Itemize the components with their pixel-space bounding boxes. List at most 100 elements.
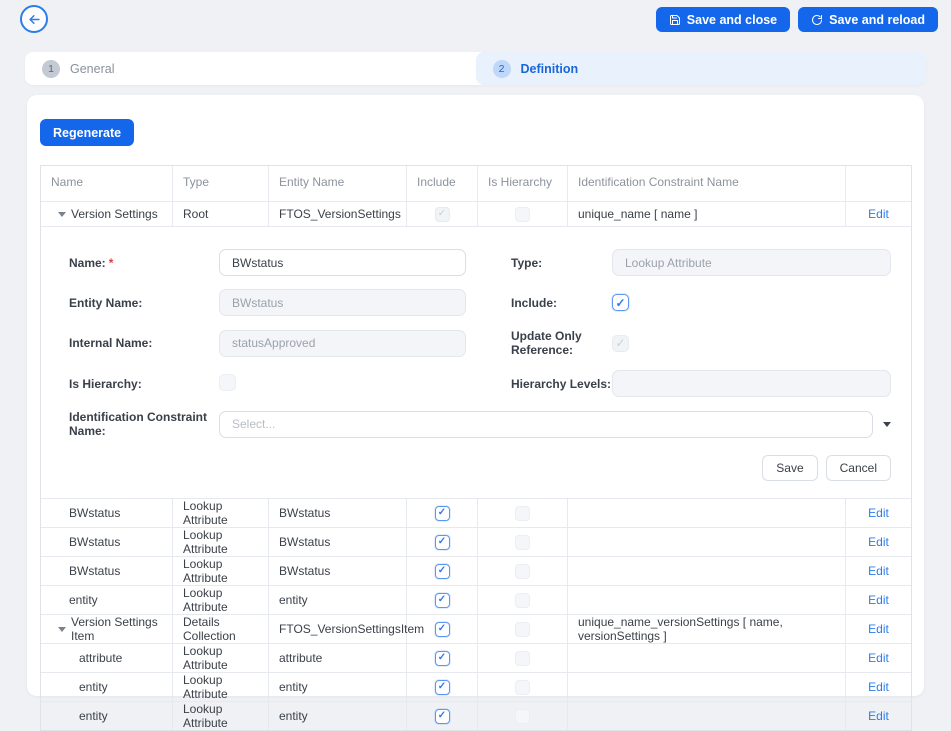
identification-constraint-name-select[interactable]: Select... [219, 411, 873, 438]
step-number-badge: 1 [42, 60, 60, 78]
row-constraint [568, 498, 846, 527]
save-and-close-button[interactable]: Save and close [656, 7, 790, 32]
step-general[interactable]: 1 General [25, 52, 476, 85]
required-asterisk: * [109, 256, 114, 270]
edit-link[interactable]: Edit [868, 535, 889, 549]
update-only-reference-field-label: Update Only Reference: [511, 329, 612, 357]
table-row: attribute Lookup Attribute attribute Edi… [41, 643, 911, 672]
edit-link[interactable]: Edit [868, 680, 889, 694]
row-type: Lookup Attribute [173, 701, 269, 730]
definition-table: Name Type Entity Name Include Is Hierarc… [40, 165, 912, 731]
include-checkbox[interactable] [612, 294, 629, 311]
is-hierarchy-checkbox [515, 506, 530, 521]
caret-down-icon[interactable] [58, 627, 66, 632]
row-name: BWstatus [41, 556, 173, 585]
row-entity-name: BWstatus [269, 498, 407, 527]
row-entity-name: entity [269, 672, 407, 701]
row-entity-name: entity [269, 585, 407, 614]
chevron-down-icon[interactable] [883, 422, 891, 427]
table-row: entity Lookup Attribute entity Edit [41, 585, 911, 614]
step-label: General [70, 62, 114, 76]
include-checkbox[interactable] [435, 709, 450, 724]
back-button[interactable] [20, 5, 48, 33]
save-and-reload-button[interactable]: Save and reload [798, 7, 938, 32]
type-field [612, 249, 891, 276]
edit-link[interactable]: Edit [868, 622, 889, 636]
row-type: Root [173, 201, 269, 226]
edit-link[interactable]: Edit [868, 651, 889, 665]
entity-name-field-label: Entity Name: [69, 296, 219, 310]
is-hierarchy-checkbox [515, 564, 530, 579]
is-hierarchy-checkbox [515, 680, 530, 695]
row-entity-name: FTOS_VersionSettingsItem [269, 614, 407, 643]
identification-constraint-name-field-label: Identification Constraint Name: [69, 410, 219, 438]
is-hierarchy-checkbox [515, 622, 530, 637]
cancel-button[interactable]: Cancel [826, 455, 891, 481]
save-and-close-label: Save and close [687, 13, 777, 27]
reload-icon [811, 14, 823, 26]
column-header-actions [846, 166, 911, 201]
include-checkbox [435, 207, 450, 222]
edit-link[interactable]: Edit [868, 506, 889, 520]
row-entity-name: attribute [269, 643, 407, 672]
row-entity-name: BWstatus [269, 556, 407, 585]
hierarchy-levels-field [612, 370, 891, 397]
is-hierarchy-checkbox [515, 709, 530, 724]
table-row: entity Lookup Attribute entity Edit [41, 672, 911, 701]
inline-edit-form: Name:* Type: Entity Name: Include: Inter… [41, 226, 911, 498]
row-entity-name: FTOS_VersionSettings [269, 201, 407, 226]
row-type: Lookup Attribute [173, 556, 269, 585]
row-entity-name: entity [269, 701, 407, 730]
entity-name-field [219, 289, 466, 316]
include-checkbox[interactable] [435, 622, 450, 637]
edit-link[interactable]: Edit [868, 564, 889, 578]
column-header-identification-constraint-name: Identification Constraint Name [568, 166, 846, 201]
table-row: Version Settings Root FTOS_VersionSettin… [41, 201, 911, 226]
save-button[interactable]: Save [762, 455, 817, 481]
row-constraint [568, 672, 846, 701]
step-definition[interactable]: 2 Definition [476, 52, 927, 85]
edit-link[interactable]: Edit [868, 709, 889, 723]
is-hierarchy-checkbox [515, 651, 530, 666]
update-only-reference-checkbox [612, 335, 629, 352]
row-name: entity [41, 701, 173, 730]
row-name: Version Settings Item [71, 615, 162, 643]
row-type: Lookup Attribute [173, 527, 269, 556]
row-type: Lookup Attribute [173, 585, 269, 614]
row-name: attribute [41, 643, 173, 672]
is-hierarchy-checkbox [219, 374, 236, 391]
row-name: Version Settings [71, 207, 158, 221]
content-card: Regenerate Name Type Entity Name Include… [27, 95, 924, 696]
save-and-reload-label: Save and reload [829, 13, 925, 27]
include-checkbox[interactable] [435, 651, 450, 666]
include-checkbox[interactable] [435, 535, 450, 550]
type-field-label: Type: [511, 256, 612, 270]
row-name: entity [41, 585, 173, 614]
table-row: entity Lookup Attribute entity Edit [41, 701, 911, 730]
include-checkbox[interactable] [435, 680, 450, 695]
arrow-left-icon [27, 12, 42, 27]
name-field-label: Name:* [69, 256, 219, 270]
is-hierarchy-checkbox [515, 593, 530, 608]
include-checkbox[interactable] [435, 506, 450, 521]
regenerate-button[interactable]: Regenerate [40, 119, 134, 146]
caret-down-icon[interactable] [58, 212, 66, 217]
column-header-entity-name: Entity Name [269, 166, 407, 201]
row-constraint [568, 556, 846, 585]
row-type: Lookup Attribute [173, 672, 269, 701]
column-header-is-hierarchy: Is Hierarchy [478, 166, 568, 201]
include-checkbox[interactable] [435, 564, 450, 579]
edit-link[interactable]: Edit [868, 593, 889, 607]
table-header: Name Type Entity Name Include Is Hierarc… [41, 166, 911, 201]
steps-bar: 1 General 2 Definition [25, 52, 926, 85]
is-hierarchy-checkbox [515, 535, 530, 550]
row-name: BWstatus [41, 498, 173, 527]
column-header-include: Include [407, 166, 478, 201]
column-header-type: Type [173, 166, 269, 201]
include-checkbox[interactable] [435, 593, 450, 608]
row-constraint [568, 643, 846, 672]
edit-link[interactable]: Edit [868, 207, 889, 221]
select-placeholder: Select... [232, 417, 275, 431]
name-field[interactable] [219, 249, 466, 276]
row-type: Lookup Attribute [173, 643, 269, 672]
